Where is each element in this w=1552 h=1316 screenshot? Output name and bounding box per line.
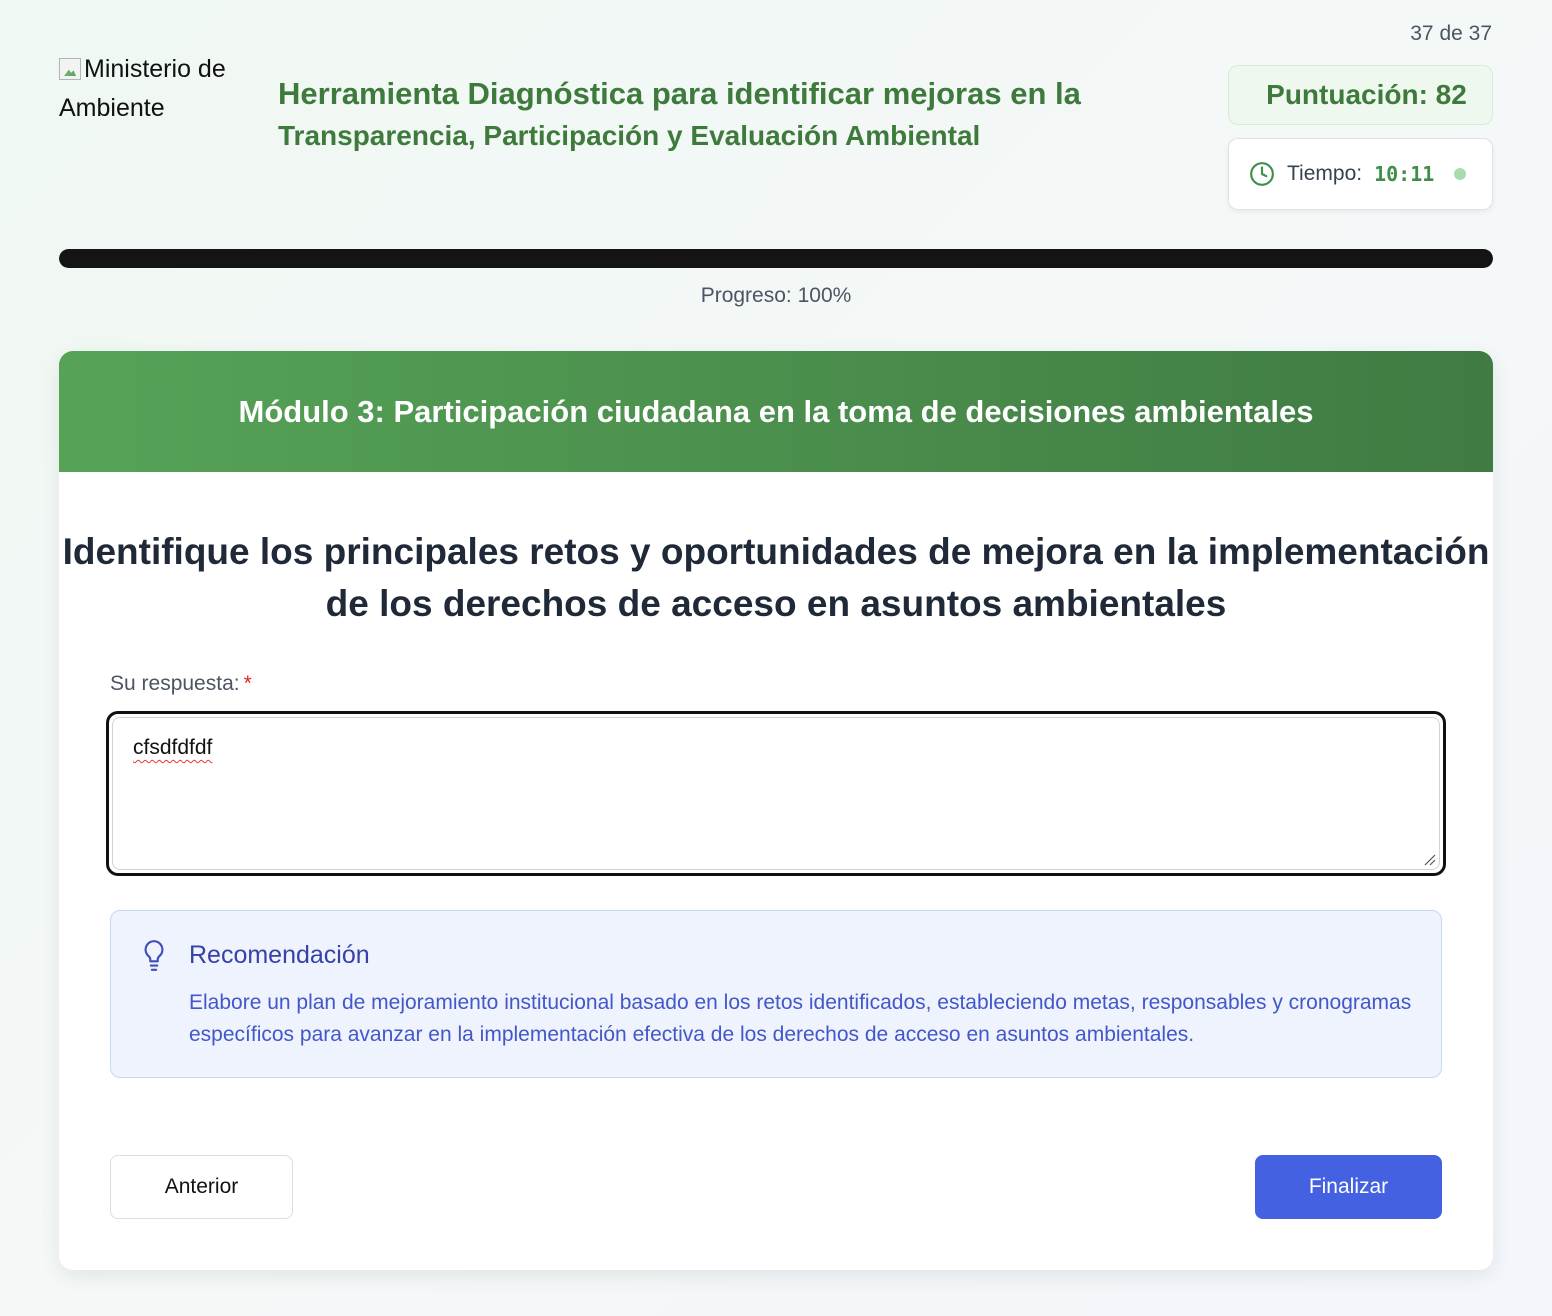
required-mark: * bbox=[243, 672, 252, 695]
title-line-1: Herramienta Diagnóstica para identificar… bbox=[278, 76, 1081, 111]
broken-image-icon bbox=[59, 58, 81, 80]
app-title: Herramienta Diagnóstica para identificar… bbox=[278, 74, 1178, 158]
finish-button[interactable]: Finalizar bbox=[1255, 1155, 1442, 1219]
logo-alt-text: Ministerio de Ambiente bbox=[59, 55, 226, 122]
progress-label: Progreso: 100% bbox=[700, 284, 852, 307]
timer-status-dot bbox=[1454, 168, 1467, 180]
recommendation-title: Recomendación bbox=[189, 941, 370, 969]
answer-textarea[interactable]: cfsdfdfdf bbox=[106, 711, 1446, 876]
question-text: Identifique los principales retos y opor… bbox=[62, 531, 1490, 624]
progress-bar bbox=[59, 249, 1493, 268]
progress-bar-fill bbox=[59, 249, 1493, 268]
module-title: Módulo 3: Participación ciudadana en la … bbox=[238, 393, 1314, 429]
previous-button[interactable]: Anterior bbox=[110, 1155, 293, 1219]
timer-label: Tiempo: bbox=[1287, 162, 1363, 185]
lightbulb-icon bbox=[144, 940, 164, 971]
recommendation-text: Elabore un plan de mejoramiento instituc… bbox=[189, 991, 1412, 1046]
score-badge: Puntuación: 82 bbox=[1228, 65, 1493, 125]
answer-label-text: Su respuesta: bbox=[110, 672, 240, 695]
answer-value: cfsdfdfdf bbox=[133, 736, 213, 759]
clock-icon bbox=[1250, 162, 1274, 186]
score-text: Puntuación: 82 bbox=[1266, 79, 1467, 110]
timer-value: 10:11 bbox=[1374, 162, 1435, 186]
answer-textarea-inner[interactable]: cfsdfdfdf bbox=[112, 717, 1440, 870]
question-card: Módulo 3: Participación ciudadana en la … bbox=[59, 351, 1493, 1270]
ministry-logo: Ministerio de Ambiente bbox=[59, 50, 259, 128]
question-counter: 37 de 37 bbox=[1410, 22, 1492, 45]
page: Ministerio de Ambiente Herramienta Diagn… bbox=[0, 0, 1552, 1316]
timer-panel: Tiempo: 10:11 bbox=[1228, 138, 1493, 210]
recommendation-box: Recomendación Elabore un plan de mejoram… bbox=[110, 910, 1442, 1078]
resize-handle-icon[interactable] bbox=[1422, 852, 1436, 866]
title-line-2: Transparencia, Participación y Evaluació… bbox=[278, 120, 981, 151]
module-header: Módulo 3: Participación ciudadana en la … bbox=[59, 351, 1493, 472]
answer-label: Su respuesta: * bbox=[110, 672, 252, 696]
